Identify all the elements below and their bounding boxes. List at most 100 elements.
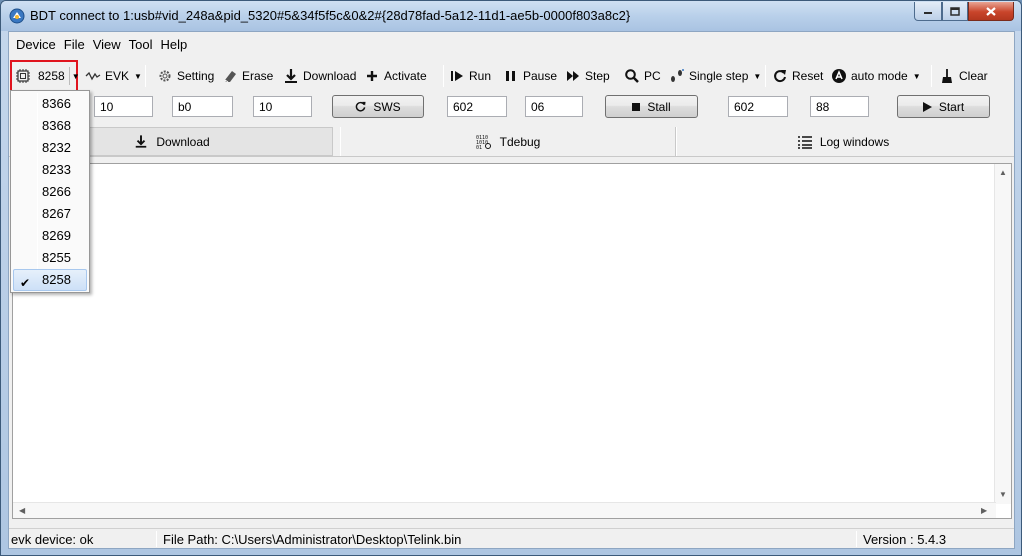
minimize-button[interactable]	[914, 2, 942, 21]
clear-label: Clear	[959, 69, 988, 83]
status-divider	[856, 531, 857, 547]
pc-label: PC	[644, 69, 661, 83]
chip-option-8269[interactable]: 8269	[13, 225, 87, 247]
waveform-icon	[85, 71, 101, 81]
run-label: Run	[469, 69, 492, 83]
log-output-area[interactable]: ▲ ▼ ◀ ▶	[12, 163, 1012, 519]
chip-option-label: 8266	[42, 184, 71, 199]
setting-button[interactable]: Setting	[157, 64, 214, 88]
chevron-down-icon: ▼	[753, 71, 762, 81]
param-field-6[interactable]: 602	[728, 96, 788, 117]
step-button[interactable]: Step	[565, 64, 610, 88]
menu-tool[interactable]: Tool	[125, 35, 157, 55]
chip-selector-button[interactable]: 8258 ▼	[15, 64, 80, 88]
refresh-icon	[356, 101, 366, 112]
download-arrow-icon	[136, 135, 147, 148]
stall-label: Stall	[647, 99, 671, 114]
main-client-area: Device File View Tool Help 8258 ▼ EVK ▼ …	[8, 31, 1015, 549]
gear-icon	[159, 70, 171, 82]
auto-mode-button[interactable]: auto mode ▼	[831, 64, 921, 88]
chip-option-8233[interactable]: 8233	[13, 159, 87, 181]
start-button[interactable]: Start	[897, 95, 990, 118]
chip-option-8366[interactable]: 8366	[13, 93, 87, 115]
minimize-icon	[924, 12, 932, 14]
chip-option-label: 8233	[42, 162, 71, 177]
download-button[interactable]: Download	[283, 64, 356, 88]
horizontal-scrollbar[interactable]: ◀ ▶	[13, 502, 996, 518]
clear-button[interactable]: Clear	[939, 64, 988, 88]
version-status: Version : 5.4.3	[863, 532, 947, 547]
param-field-1[interactable]: 10	[94, 96, 153, 117]
param-field-7[interactable]: 88	[810, 96, 869, 117]
vertical-scrollbar[interactable]: ▲ ▼	[994, 164, 1011, 504]
chip-option-8232[interactable]: 8232	[13, 137, 87, 159]
chip-option-8258[interactable]: ✔ 8258	[13, 269, 87, 291]
footsteps-icon	[671, 69, 684, 82]
title-bar[interactable]: BDT connect to 1:usb#vid_248a&pid_5320#5…	[1, 1, 1021, 31]
single-step-button[interactable]: Single step ▼	[669, 64, 761, 88]
activate-button[interactable]: Activate	[364, 64, 427, 88]
reset-button[interactable]: Reset	[772, 64, 823, 88]
device-status: evk device: ok	[11, 532, 94, 547]
maximize-button[interactable]	[942, 2, 968, 21]
scroll-down-icon[interactable]: ▼	[999, 490, 1007, 499]
toolbar-separator	[765, 65, 766, 87]
chip-option-8267[interactable]: 8267	[13, 203, 87, 225]
start-label: Start	[938, 99, 965, 114]
play-icon	[922, 101, 932, 112]
pc-button[interactable]: PC	[624, 64, 661, 88]
reset-icon	[774, 70, 786, 83]
chevron-down-icon[interactable]: ▼	[72, 72, 80, 81]
chip-option-8255[interactable]: 8255	[13, 247, 87, 269]
chip-option-8368[interactable]: 8368	[13, 115, 87, 137]
menu-help[interactable]: Help	[157, 35, 192, 55]
plus-icon	[367, 71, 377, 81]
toolbar-separator	[443, 65, 444, 87]
erase-label: Erase	[242, 69, 274, 83]
scroll-right-icon[interactable]: ▶	[981, 506, 987, 515]
auto-mode-icon	[832, 69, 846, 83]
sws-button[interactable]: SWS	[332, 95, 424, 118]
chip-option-label: 8269	[42, 228, 71, 243]
file-path-status: File Path: C:\Users\Administrator\Deskto…	[163, 532, 462, 547]
chip-icon	[16, 69, 30, 83]
menu-file[interactable]: File	[60, 35, 89, 55]
stall-button[interactable]: Stall	[605, 95, 698, 118]
list-icon	[797, 135, 812, 149]
param-field-2[interactable]: b0	[172, 96, 233, 117]
setting-label: Setting	[177, 69, 215, 83]
chevron-down-icon: ▼	[134, 71, 142, 81]
scroll-left-icon[interactable]: ◀	[19, 506, 25, 515]
single-step-label: Single step	[689, 69, 749, 83]
magnifier-icon	[625, 69, 639, 83]
tab-tdebug-label: Tdebug	[499, 134, 541, 149]
tab-tdebug[interactable]: 0110 1010 01 Tdebug	[340, 127, 676, 156]
param-field-5[interactable]: 06	[525, 96, 583, 117]
pause-icon	[506, 71, 515, 81]
param-field-3[interactable]: 10	[253, 96, 312, 117]
param-field-4[interactable]: 602	[447, 96, 507, 117]
menu-view[interactable]: View	[89, 35, 125, 55]
evk-button[interactable]: EVK ▼	[85, 64, 142, 88]
pause-button[interactable]: Pause	[503, 64, 557, 88]
menu-bar: Device File View Tool Help	[9, 32, 1014, 58]
chip-option-label: 8255	[42, 250, 71, 265]
menu-device[interactable]: Device	[12, 35, 60, 55]
scroll-up-icon[interactable]: ▲	[999, 168, 1007, 177]
chip-option-8266[interactable]: 8266	[13, 181, 87, 203]
erase-button[interactable]: Erase	[222, 64, 273, 88]
chip-option-label: 8366	[42, 96, 71, 111]
close-button[interactable]	[968, 2, 1014, 21]
binary-search-icon: 0110101001	[476, 135, 491, 150]
chip-option-label: 8258	[42, 272, 71, 287]
tab-log-windows[interactable]: Log windows	[676, 127, 1010, 156]
app-window: BDT connect to 1:usb#vid_248a&pid_5320#5…	[0, 0, 1022, 556]
svg-text:01: 01	[476, 145, 482, 150]
activate-label: Activate	[384, 69, 427, 83]
chip-option-label: 8232	[42, 140, 71, 155]
step-label: Step	[585, 69, 610, 83]
step-icon	[567, 71, 579, 81]
chevron-down-icon: ▼	[912, 71, 921, 81]
download-label: Download	[303, 69, 357, 83]
run-button[interactable]: Run	[449, 64, 491, 88]
